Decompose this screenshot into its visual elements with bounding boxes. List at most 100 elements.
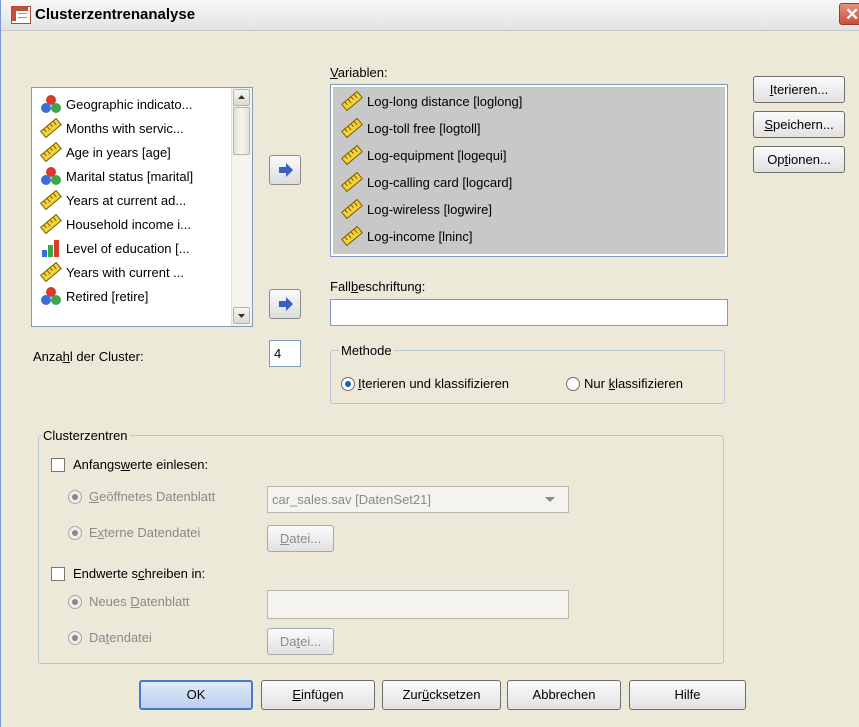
classify-only-radio[interactable] <box>566 377 580 391</box>
source-variable-label: Level of education [... <box>66 240 190 256</box>
scale-variable-icon <box>341 117 363 139</box>
selected-variable-label: Log-long distance [loglong] <box>367 93 523 109</box>
source-variable-item[interactable]: Months with servic... <box>32 116 184 140</box>
nominal-variable-icon <box>41 287 61 305</box>
source-variable-item[interactable]: Geographic indicato... <box>32 92 192 116</box>
selected-variable-item[interactable]: Log-toll free [logtoll] <box>333 116 480 140</box>
scale-variable-icon <box>341 144 363 166</box>
method-legend: Methode <box>339 343 394 358</box>
paste-button[interactable]: Einfügen <box>261 680 375 710</box>
external-file-button[interactable]: Datei... <box>267 525 334 552</box>
source-variable-item[interactable]: Age in years [age] <box>32 140 171 164</box>
move-to-case-label-button[interactable] <box>269 289 301 319</box>
source-variable-item[interactable]: Marital status [marital] <box>32 164 193 188</box>
iterate-button[interactable]: Iterieren... <box>753 76 845 103</box>
new-dataset-field[interactable] <box>267 590 569 619</box>
arrow-right-icon <box>279 297 293 311</box>
open-dataset-select[interactable]: car_sales.sav [DatenSet21] <box>267 486 569 513</box>
source-variable-label: Years with current ... <box>66 264 185 280</box>
variable-type-icon <box>341 198 363 220</box>
source-variable-list[interactable]: Geographic indicato... Months with servic… <box>31 87 253 327</box>
source-variable-label: Age in years [age] <box>66 144 171 160</box>
iterate-classify-radio[interactable] <box>341 377 355 391</box>
read-initial-checkbox[interactable] <box>51 458 65 472</box>
source-variable-label: Months with servic... <box>66 120 184 136</box>
data-file-label: Datendatei <box>89 630 152 645</box>
variable-type-icon <box>341 171 363 193</box>
open-dataset-radio[interactable] <box>68 490 82 504</box>
scale-variable-icon <box>40 261 62 283</box>
variable-type-icon <box>341 117 363 139</box>
source-variable-item[interactable]: Level of education [... <box>32 236 190 260</box>
data-file-button[interactable]: Datei... <box>267 628 334 655</box>
scroll-thumb[interactable] <box>233 107 250 155</box>
selected-variable-item[interactable]: Log-long distance [loglong] <box>333 89 522 113</box>
dialog-window: Clusterzentrenanalyse ✕ Geographic indic… <box>0 0 859 727</box>
scroll-up-button[interactable] <box>233 89 250 106</box>
selected-variable-item[interactable]: Log-equipment [logequi] <box>333 143 507 167</box>
table-app-icon <box>11 6 31 24</box>
selected-variable-label: Log-income [lninc] <box>367 228 473 244</box>
close-icon: ✕ <box>845 5 859 24</box>
source-list-scrollbar[interactable] <box>231 88 252 326</box>
variable-type-icon <box>40 261 62 283</box>
variables-list[interactable]: Log-long distance [loglong] Log-toll free… <box>330 84 728 257</box>
scale-variable-icon <box>40 213 62 235</box>
source-variable-label: Geographic indicato... <box>66 96 193 112</box>
cluster-centers-legend: Clusterzentren <box>41 428 130 443</box>
cluster-count-field[interactable]: 4 <box>269 340 301 367</box>
scroll-up-icon <box>238 95 245 99</box>
selected-variable-label: Log-calling card [logcard] <box>367 174 513 190</box>
scale-variable-icon <box>40 189 62 211</box>
open-dataset-label: Geöffnetes Datenblatt <box>89 489 216 504</box>
variable-type-icon <box>40 166 62 186</box>
cluster-count-label: Anzahl der Cluster: <box>33 349 144 364</box>
source-variable-item[interactable]: Household income i... <box>32 212 191 236</box>
case-label-label: Fallbeschriftung: <box>330 279 426 294</box>
variable-type-icon <box>40 94 62 114</box>
external-file-radio[interactable] <box>68 526 82 540</box>
scale-variable-icon <box>40 141 62 163</box>
scale-variable-icon <box>341 225 363 247</box>
variable-type-icon <box>40 117 62 139</box>
move-to-variables-button[interactable] <box>269 155 301 185</box>
selected-variable-item[interactable]: Log-income [lninc] <box>333 224 473 248</box>
scale-variable-icon <box>40 117 62 139</box>
chevron-down-icon <box>545 497 555 502</box>
data-file-radio[interactable] <box>68 631 82 645</box>
cancel-button[interactable]: Abbrechen <box>507 680 621 710</box>
write-final-checkbox[interactable] <box>51 567 65 581</box>
read-initial-label: Anfangswerte einlesen: <box>73 457 209 472</box>
new-dataset-radio[interactable] <box>68 595 82 609</box>
source-variable-label: Marital status [marital] <box>66 168 194 184</box>
classify-only-label: Nur klassifizieren <box>584 376 683 391</box>
close-button[interactable]: ✕ <box>839 3 859 25</box>
options-button[interactable]: Optionen... <box>753 146 845 173</box>
selected-variable-item[interactable]: Log-wireless [logwire] <box>333 197 492 221</box>
scroll-down-button[interactable] <box>233 307 250 324</box>
selected-variable-label: Log-equipment [logequi] <box>367 147 507 163</box>
external-file-label: Externe Datendatei <box>89 525 201 540</box>
variable-type-icon <box>341 225 363 247</box>
variable-type-icon <box>40 238 62 258</box>
save-button[interactable]: Speichern... <box>753 111 845 138</box>
window-title: Clusterzentrenanalyse <box>35 6 196 23</box>
source-variable-item[interactable]: Years at current ad... <box>32 188 186 212</box>
selected-variable-item[interactable]: Log-calling card [logcard] <box>333 170 512 194</box>
help-button[interactable]: Hilfe <box>629 680 746 710</box>
source-variable-label: Household income i... <box>66 216 192 232</box>
iterate-classify-label: Iterieren und klassifizieren <box>358 376 510 391</box>
variable-type-icon <box>40 141 62 163</box>
variable-type-icon <box>341 144 363 166</box>
variable-type-icon <box>40 286 62 306</box>
ok-button[interactable]: OK <box>139 680 253 710</box>
title-bar[interactable]: Clusterzentrenanalyse ✕ <box>1 0 859 31</box>
variable-type-icon <box>341 90 363 112</box>
case-label-field[interactable] <box>330 299 728 326</box>
source-variable-item[interactable]: Retired [retire] <box>32 284 148 308</box>
variable-type-icon <box>40 213 62 235</box>
write-final-label: Endwerte schreiben in: <box>73 566 206 581</box>
reset-button[interactable]: Zurücksetzen <box>382 680 501 710</box>
scale-variable-icon <box>341 198 363 220</box>
source-variable-item[interactable]: Years with current ... <box>32 260 184 284</box>
